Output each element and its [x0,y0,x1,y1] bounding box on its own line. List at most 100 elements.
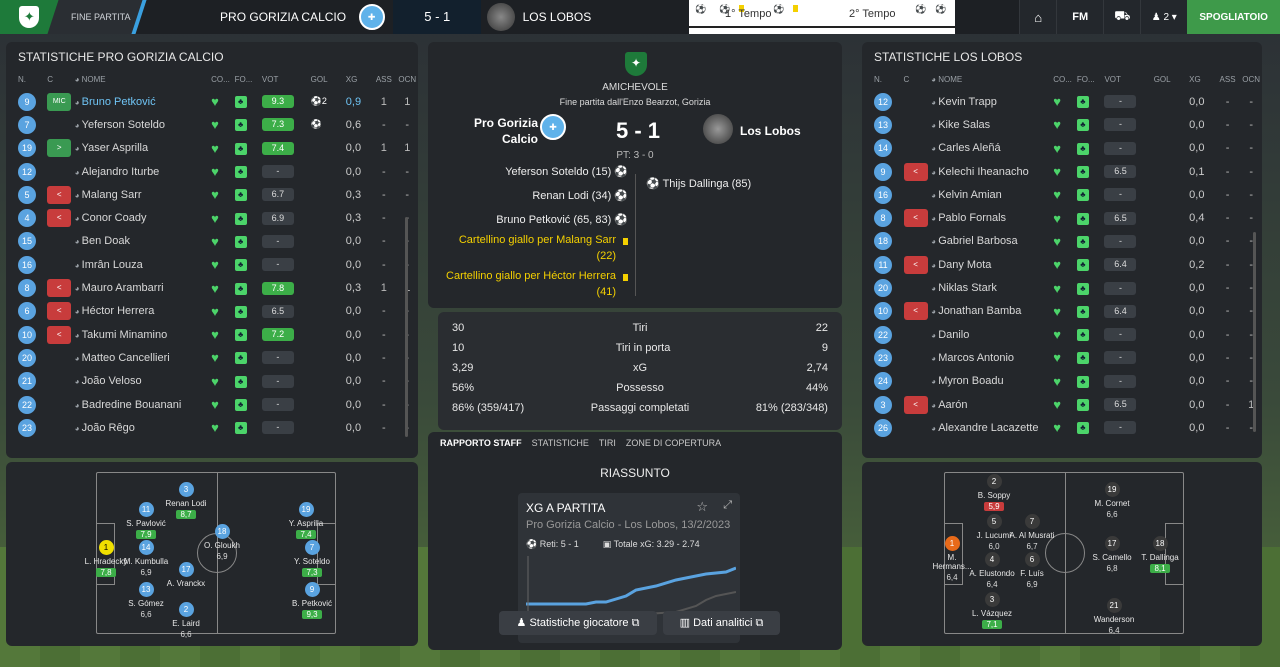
table-row[interactable]: 5<Malang Sarr♥ ♣6.7 0,3 - - [6,183,418,206]
pitch-player[interactable]: 21 Wanderson 6,4 [1089,598,1139,636]
player-name[interactable]: Kike Salas [931,119,1053,131]
table-row[interactable]: 12Alejandro Iturbe♥♣-0,0-- [6,160,418,183]
form-icon: ♣ [1076,282,1105,295]
scrollbar[interactable] [1253,232,1256,432]
player-name[interactable]: Kelechi Iheanacho [931,166,1053,178]
table-row[interactable]: 23João Rêgo♥♣-0,0-- [6,416,418,439]
player-name[interactable]: Takumi Minamino [75,329,212,341]
table-row[interactable]: 6<Héctor Herrera♥♣6.50,0-- [6,300,418,323]
player-name[interactable]: Dany Mota [931,259,1053,271]
table-row[interactable]: 22Danilo♥♣-0,0-- [862,323,1262,346]
scrollbar[interactable] [405,217,408,437]
tab-rapporto-staff[interactable]: RAPPORTO STAFF [440,438,522,448]
player-name[interactable]: Myron Boadu [931,375,1053,387]
pitch-player[interactable]: 6 F. Luís 6,9 [1007,552,1057,590]
player-name[interactable]: João Rêgo [75,422,212,434]
form-icon: ♣ [1076,235,1105,248]
player-stats-button[interactable]: ♟ Statistiche giocatore ⧉ [499,611,657,635]
table-row[interactable]: 26Alexandre Lacazette♥♣-0,0-- [862,416,1262,439]
table-row[interactable]: 12Kevin Trapp♥♣-0,0-- [862,90,1262,113]
player-name[interactable]: Niklas Stark [931,282,1053,294]
player-name[interactable]: Kelvin Amian [931,189,1053,201]
table-row[interactable]: 20Niklas Stark♥♣-0,0-- [862,276,1262,299]
player-name[interactable]: Imrân Louza [75,259,212,271]
table-row[interactable]: 3<Aarón♥ ♣6.5 0,0 - 1 [862,393,1262,416]
table-row[interactable]: 15Ben Doak♥♣-0,0-- [6,230,418,253]
tab-tiri[interactable]: TIRI [599,438,616,448]
player-name[interactable]: Mauro Arambarri [75,282,212,294]
transfer-icon[interactable]: ⛟ [1103,0,1141,34]
player-name[interactable]: Pablo Fornals [931,212,1053,224]
fm-button[interactable]: FM [1056,0,1104,34]
star-icon[interactable]: ☆ [696,499,708,515]
table-row[interactable]: 18Gabriel Barbosa♥♣-0,0-- [862,230,1262,253]
table-row[interactable]: 11<Dany Mota♥ ♣6.4 0,2 - - [862,253,1262,276]
player-name[interactable]: Matteo Cancellieri [75,352,212,364]
pitch-player[interactable]: 18 O. Gloukh 6,9 [197,524,247,562]
home-icon[interactable]: ⌂ [1019,0,1057,34]
table-row[interactable]: 9<Kelechi Iheanacho♥ ♣6.5 0,1 - - [862,160,1262,183]
player-name[interactable]: Héctor Herrera [75,305,212,317]
panel-title: STATISTICHE PRO GORIZIA CALCIO [18,50,224,64]
chances-cell: - [1249,165,1254,178]
player-name[interactable]: Danilo [931,329,1053,341]
away-stat-value: 22 [815,322,828,334]
tab-zone-di-copertura[interactable]: ZONE DI COPERTURA [626,438,721,448]
analytics-button[interactable]: ▥ Dati analitici ⧉ [663,611,780,635]
player-name[interactable]: Yeferson Soteldo [75,119,212,131]
table-row[interactable]: 9MICBruno Petković♥ ♣9.3 ⚽2 0,9 1 1 [6,90,418,113]
pitch-player[interactable]: 17 A. Vranckx [161,562,211,588]
player-name[interactable]: Ben Doak [75,235,212,247]
player-name[interactable]: João Veloso [75,375,212,387]
pitch-player[interactable]: 3 L. Vázquez 7,1 [967,592,1017,630]
match-timeline[interactable]: ⚽ ⚽ ⚽ ⚽ ⚽ 1° Tempo 2° Tempo [689,0,955,34]
player-name[interactable]: Kevin Trapp [931,96,1053,108]
player-name[interactable]: Carles Aleñá [931,142,1053,154]
player-name[interactable]: Badredine Bouanani [75,399,212,411]
table-row[interactable]: 10<Jonathan Bamba♥ ♣6.4 0,0 - - [862,300,1262,323]
table-row[interactable]: 24Myron Boadu♥♣-0,0-- [862,370,1262,393]
spogliatoio-button[interactable]: SPOGLIATOIO [1187,0,1280,34]
table-row[interactable]: 13Kike Salas♥♣-0,0-- [862,113,1262,136]
inbox-button[interactable]: ♟ 2 ▾ [1140,0,1188,34]
pitch-player[interactable]: 1 L. Hradecký 7,8 [81,540,131,578]
table-row[interactable]: 14Carles Aleñá♥♣-0,0-- [862,137,1262,160]
table-row[interactable]: 4<Conor Coady♥♣6.90,3-- [6,206,418,229]
table-row[interactable]: 21João Veloso♥♣-0,0-- [6,370,418,393]
rating-badge: - [1104,188,1137,202]
player-name[interactable]: Marcos Antonio [931,352,1053,364]
pitch-player[interactable]: 11 S. Pavlović 7,9 [121,502,171,540]
pitch-player[interactable]: 19 Y. Asprilla 7,4 [281,502,331,540]
pitch-player[interactable]: 17 S. Camello 6,8 [1087,536,1137,574]
expand-icon[interactable]: ⤢ [723,499,732,512]
table-row[interactable]: 16Kelvin Amian♥♣-0,0-- [862,183,1262,206]
pitch-player[interactable]: 2 E. Laird 6,6 [161,602,211,640]
table-row[interactable]: 22Badredine Bouanani♥♣-0,0-- [6,393,418,416]
player-number: 11 [874,255,904,274]
player-name[interactable]: Alejandro Iturbe [75,166,212,178]
table-row[interactable]: 8<Mauro Arambarri♥♣7.80,311 [6,276,418,299]
tab-statistiche[interactable]: STATISTICHE [532,438,589,448]
player-name[interactable]: Conor Coady [75,212,212,224]
table-row[interactable]: 20Matteo Cancellieri♥♣-0,0-- [6,346,418,369]
player-name[interactable]: Bruno Petković [75,96,212,108]
table-row[interactable]: 19>Yaser Asprilla♥ ♣7.4 0,0 1 1 [6,137,418,160]
pitch-player[interactable]: 18 T. Dallinga 8,1 [1135,536,1185,574]
player-name[interactable]: Malang Sarr [75,189,212,201]
pitch-player[interactable]: 7 Y. Soteldo 7,3 [287,540,337,578]
table-row[interactable]: 7 Yeferson Soteldo♥ ♣7.3 ⚽ 0,6 - - [6,113,418,136]
player-name[interactable]: Yaser Asprilla [75,142,212,154]
player-name[interactable]: Gabriel Barbosa [931,235,1053,247]
pitch-player[interactable]: 2 B. Soppy 5,9 [969,474,1019,512]
player-name[interactable]: Alexandre Lacazette [931,422,1053,434]
table-row[interactable]: 23Marcos Antonio♥♣-0,0-- [862,346,1262,369]
player-name[interactable]: Jonathan Bamba [931,305,1053,317]
pitch-player[interactable]: 9 B. Petković 9,3 [287,582,337,620]
player-name[interactable]: Aarón [931,399,1053,411]
table-row[interactable]: 10<Takumi Minamino♥♣7.20,0-- [6,323,418,346]
table-row[interactable]: 16Imrân Louza♥♣-0,0-- [6,253,418,276]
pitch-player[interactable]: 7 A. Al Musrati 6,7 [1007,514,1057,552]
xg-cell: 0,0 [1189,351,1205,364]
table-row[interactable]: 8<Pablo Fornals♥ ♣6.5 0,4 - - [862,206,1262,229]
pitch-player[interactable]: 19 M. Cornet 6,6 [1087,482,1137,520]
